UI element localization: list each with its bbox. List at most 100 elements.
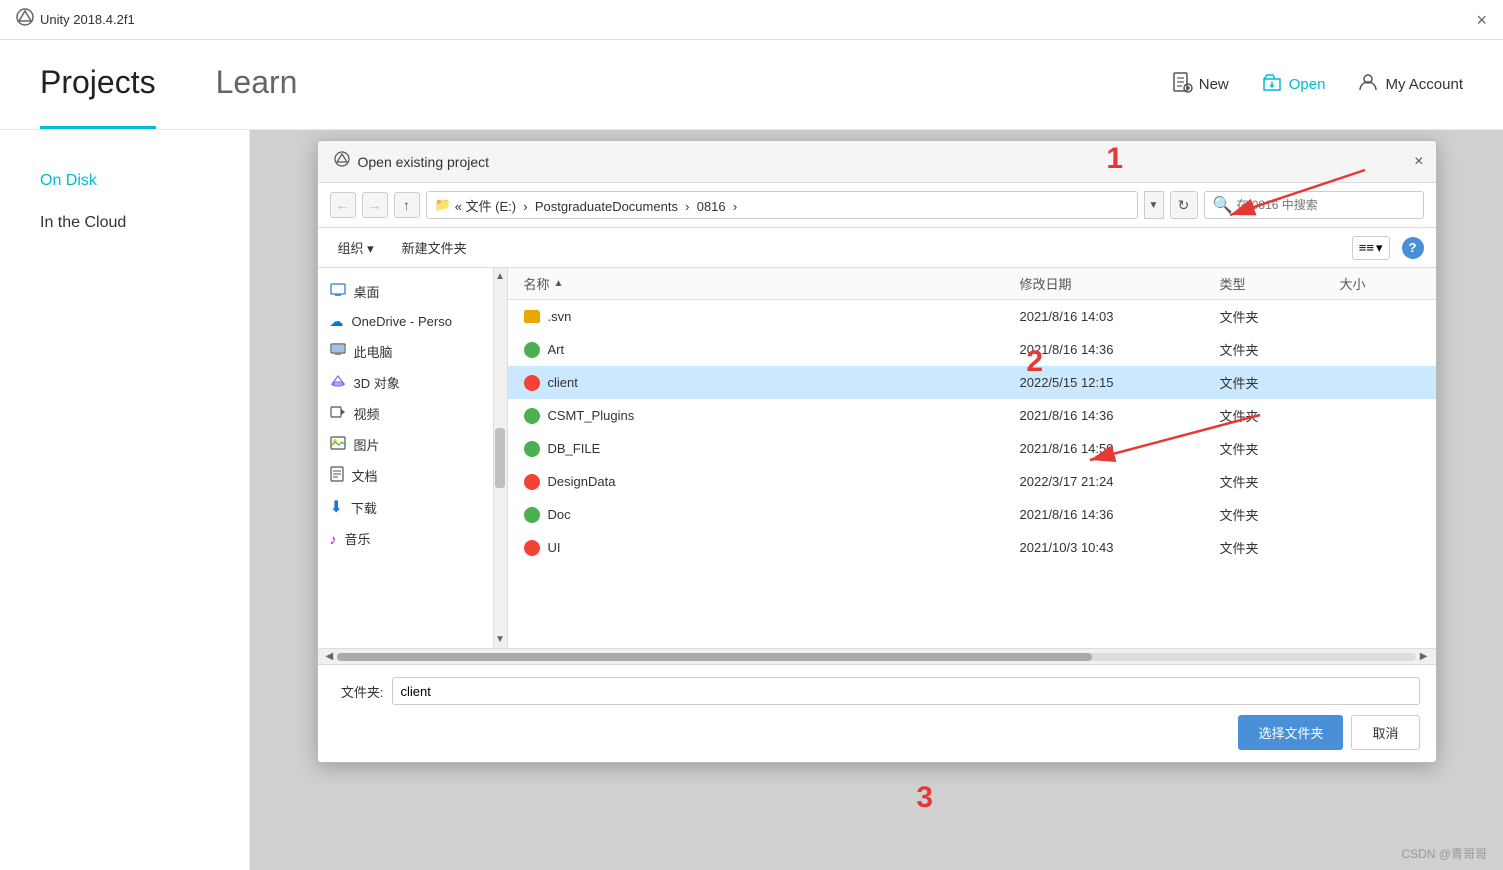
music-label: 音乐 bbox=[345, 529, 371, 548]
refresh-button[interactable]: ↻ bbox=[1170, 191, 1198, 219]
forward-button[interactable]: → bbox=[362, 192, 388, 218]
header: Projects Learn New Open bbox=[0, 40, 1503, 130]
watermark: CSDN @青哥哥 bbox=[1401, 845, 1487, 862]
sort-icon: ▲ bbox=[554, 278, 564, 289]
file-name-label: 文件夹: bbox=[334, 682, 384, 701]
file-left-panel: 桌面 ☁ OneDrive - Perso bbox=[318, 268, 508, 648]
left-panel-3dobjects[interactable]: 3D 对象 bbox=[318, 367, 507, 398]
horizontal-scrollbar[interactable]: ◀ ▶ bbox=[318, 648, 1436, 664]
search-input[interactable] bbox=[1236, 198, 1414, 212]
left-panel-downloads[interactable]: ⬇ 下载 bbox=[318, 491, 507, 523]
file-item-designdata[interactable]: DesignData 2022/3/17 21:24 文件夹 bbox=[508, 465, 1436, 498]
unity-icon-green2 bbox=[524, 408, 540, 424]
documents-icon bbox=[330, 466, 344, 485]
header-actions: New Open My Account bbox=[1171, 71, 1463, 99]
unity-dialog-icon bbox=[334, 151, 350, 172]
left-panel-onedrive[interactable]: ☁ OneDrive - Perso bbox=[318, 307, 507, 336]
dialog-overlay: Open existing project × ← → ↑ 📁 « 文件 (E:… bbox=[250, 130, 1503, 870]
breadcrumb-path[interactable]: 📁 « 文件 (E:) › PostgraduateDocuments › 08… bbox=[426, 191, 1138, 219]
search-icon: 🔍 bbox=[1213, 195, 1233, 215]
content-area: On Disk In the Cloud Open existing proje… bbox=[0, 130, 1503, 870]
file-dialog-titlebar: Open existing project × bbox=[318, 141, 1436, 183]
col-name[interactable]: 名称 ▲ bbox=[524, 274, 1020, 293]
left-panel-video[interactable]: 视频 bbox=[318, 398, 507, 429]
unity-logo-icon bbox=[16, 8, 34, 31]
title-bar: Unity 2018.4.2f1 × bbox=[0, 0, 1503, 40]
pc-icon bbox=[330, 343, 346, 360]
myaccount-label: My Account bbox=[1385, 76, 1463, 93]
new-folder-button[interactable]: 新建文件夹 bbox=[394, 234, 475, 261]
file-item-csmt[interactable]: CSMT_Plugins 2021/8/16 14:36 文件夹 bbox=[508, 399, 1436, 432]
file-item-ui[interactable]: UI 2021/10/3 10:43 文件夹 bbox=[508, 531, 1436, 564]
pictures-icon bbox=[330, 436, 346, 453]
left-panel-thispc[interactable]: 此电脑 bbox=[318, 336, 507, 367]
col-modified[interactable]: 修改日期 bbox=[1020, 274, 1220, 293]
file-item-dbfile[interactable]: DB_FILE 2021/8/16 14:50 文件夹 bbox=[508, 432, 1436, 465]
open-button[interactable]: Open bbox=[1261, 71, 1326, 99]
onedrive-icon: ☁ bbox=[330, 313, 344, 330]
left-panel-music[interactable]: ♪ 音乐 bbox=[318, 523, 507, 554]
left-panel-scroll-up[interactable]: ▲ bbox=[492, 268, 507, 285]
music-icon: ♪ bbox=[330, 531, 337, 547]
dialog-close-button[interactable]: × bbox=[1414, 153, 1423, 171]
col-size[interactable]: 大小 bbox=[1340, 274, 1420, 293]
new-label: New bbox=[1199, 76, 1229, 93]
new-button[interactable]: New bbox=[1171, 71, 1229, 99]
col-type[interactable]: 类型 bbox=[1220, 274, 1340, 293]
cancel-button[interactable]: 取消 bbox=[1351, 715, 1419, 750]
file-item-svn[interactable]: .svn 2021/8/16 14:03 文件夹 bbox=[508, 300, 1436, 333]
scrollbar-track bbox=[337, 653, 1416, 661]
account-icon bbox=[1357, 71, 1379, 99]
header-tabs: Projects Learn bbox=[40, 40, 297, 129]
back-button[interactable]: ← bbox=[330, 192, 356, 218]
unity-icon-green4 bbox=[524, 507, 540, 523]
up-button[interactable]: ↑ bbox=[394, 192, 420, 218]
left-panel-documents[interactable]: 文档 bbox=[318, 460, 507, 491]
new-icon bbox=[1171, 71, 1193, 99]
main-layout: Projects Learn New Open bbox=[0, 40, 1503, 870]
organize-button[interactable]: 组织 ▾ bbox=[330, 234, 382, 261]
breadcrumb-text: « 文件 (E:) › PostgraduateDocuments › 0816… bbox=[455, 196, 738, 215]
sidebar-item-inthecloud[interactable]: In the Cloud bbox=[0, 202, 249, 244]
title-bar-text: Unity 2018.4.2f1 bbox=[40, 12, 135, 27]
file-item-art[interactable]: Art 2021/8/16 14:36 文件夹 bbox=[508, 333, 1436, 366]
downloads-label: 下载 bbox=[351, 498, 377, 517]
unity-icon-red3 bbox=[524, 540, 540, 556]
file-dialog-bottom: 文件夹: 选择文件夹 取消 bbox=[318, 664, 1436, 762]
file-name-input[interactable] bbox=[392, 677, 1420, 705]
left-panel-pictures[interactable]: 图片 bbox=[318, 429, 507, 460]
file-name-row: 文件夹: bbox=[334, 677, 1420, 705]
file-item-client[interactable]: client 2022/5/15 12:15 文件夹 bbox=[508, 366, 1436, 399]
file-browser-body: 桌面 ☁ OneDrive - Perso bbox=[318, 268, 1436, 648]
help-button[interactable]: ? bbox=[1402, 237, 1424, 259]
scroll-left-arrow[interactable]: ◀ bbox=[322, 651, 338, 662]
file-toolbar: 组织 ▾ 新建文件夹 ≡≡ ▾ ? bbox=[318, 228, 1436, 268]
sidebar-item-ondisk[interactable]: On Disk bbox=[0, 160, 249, 202]
left-panel-scroll-down[interactable]: ▼ bbox=[492, 631, 507, 648]
confirm-button[interactable]: 选择文件夹 bbox=[1238, 715, 1343, 750]
sidebar: On Disk In the Cloud bbox=[0, 130, 250, 870]
3dobjects-label: 3D 对象 bbox=[354, 373, 400, 392]
file-list-header: 名称 ▲ 修改日期 类型 大小 bbox=[508, 268, 1436, 300]
left-panel-items: 桌面 ☁ OneDrive - Perso bbox=[318, 268, 507, 562]
myaccount-button[interactable]: My Account bbox=[1357, 71, 1463, 99]
left-panel-desktop[interactable]: 桌面 bbox=[318, 276, 507, 307]
tab-projects[interactable]: Projects bbox=[40, 40, 156, 129]
file-list-panel: 名称 ▲ 修改日期 类型 大小 bbox=[508, 268, 1436, 648]
unity-icon-red2 bbox=[524, 474, 540, 490]
desktop-icon bbox=[330, 283, 346, 300]
pictures-label: 图片 bbox=[354, 435, 380, 454]
scroll-right-arrow[interactable]: ▶ bbox=[1416, 651, 1432, 662]
file-dialog: Open existing project × ← → ↑ 📁 « 文件 (E:… bbox=[317, 140, 1437, 763]
breadcrumb-dropdown-button[interactable]: ▼ bbox=[1144, 191, 1164, 219]
open-label: Open bbox=[1289, 76, 1326, 93]
close-window-button[interactable]: × bbox=[1476, 11, 1487, 29]
file-item-doc[interactable]: Doc 2021/8/16 14:36 文件夹 bbox=[508, 498, 1436, 531]
desktop-label: 桌面 bbox=[354, 282, 380, 301]
tab-learn[interactable]: Learn bbox=[216, 40, 298, 129]
view-button[interactable]: ≡≡ ▾ bbox=[1352, 236, 1390, 260]
folder-icon bbox=[524, 310, 540, 323]
breadcrumb-bar: ← → ↑ 📁 « 文件 (E:) › PostgraduateDocument… bbox=[318, 183, 1436, 228]
open-icon bbox=[1261, 71, 1283, 99]
unity-icon-green3 bbox=[524, 441, 540, 457]
